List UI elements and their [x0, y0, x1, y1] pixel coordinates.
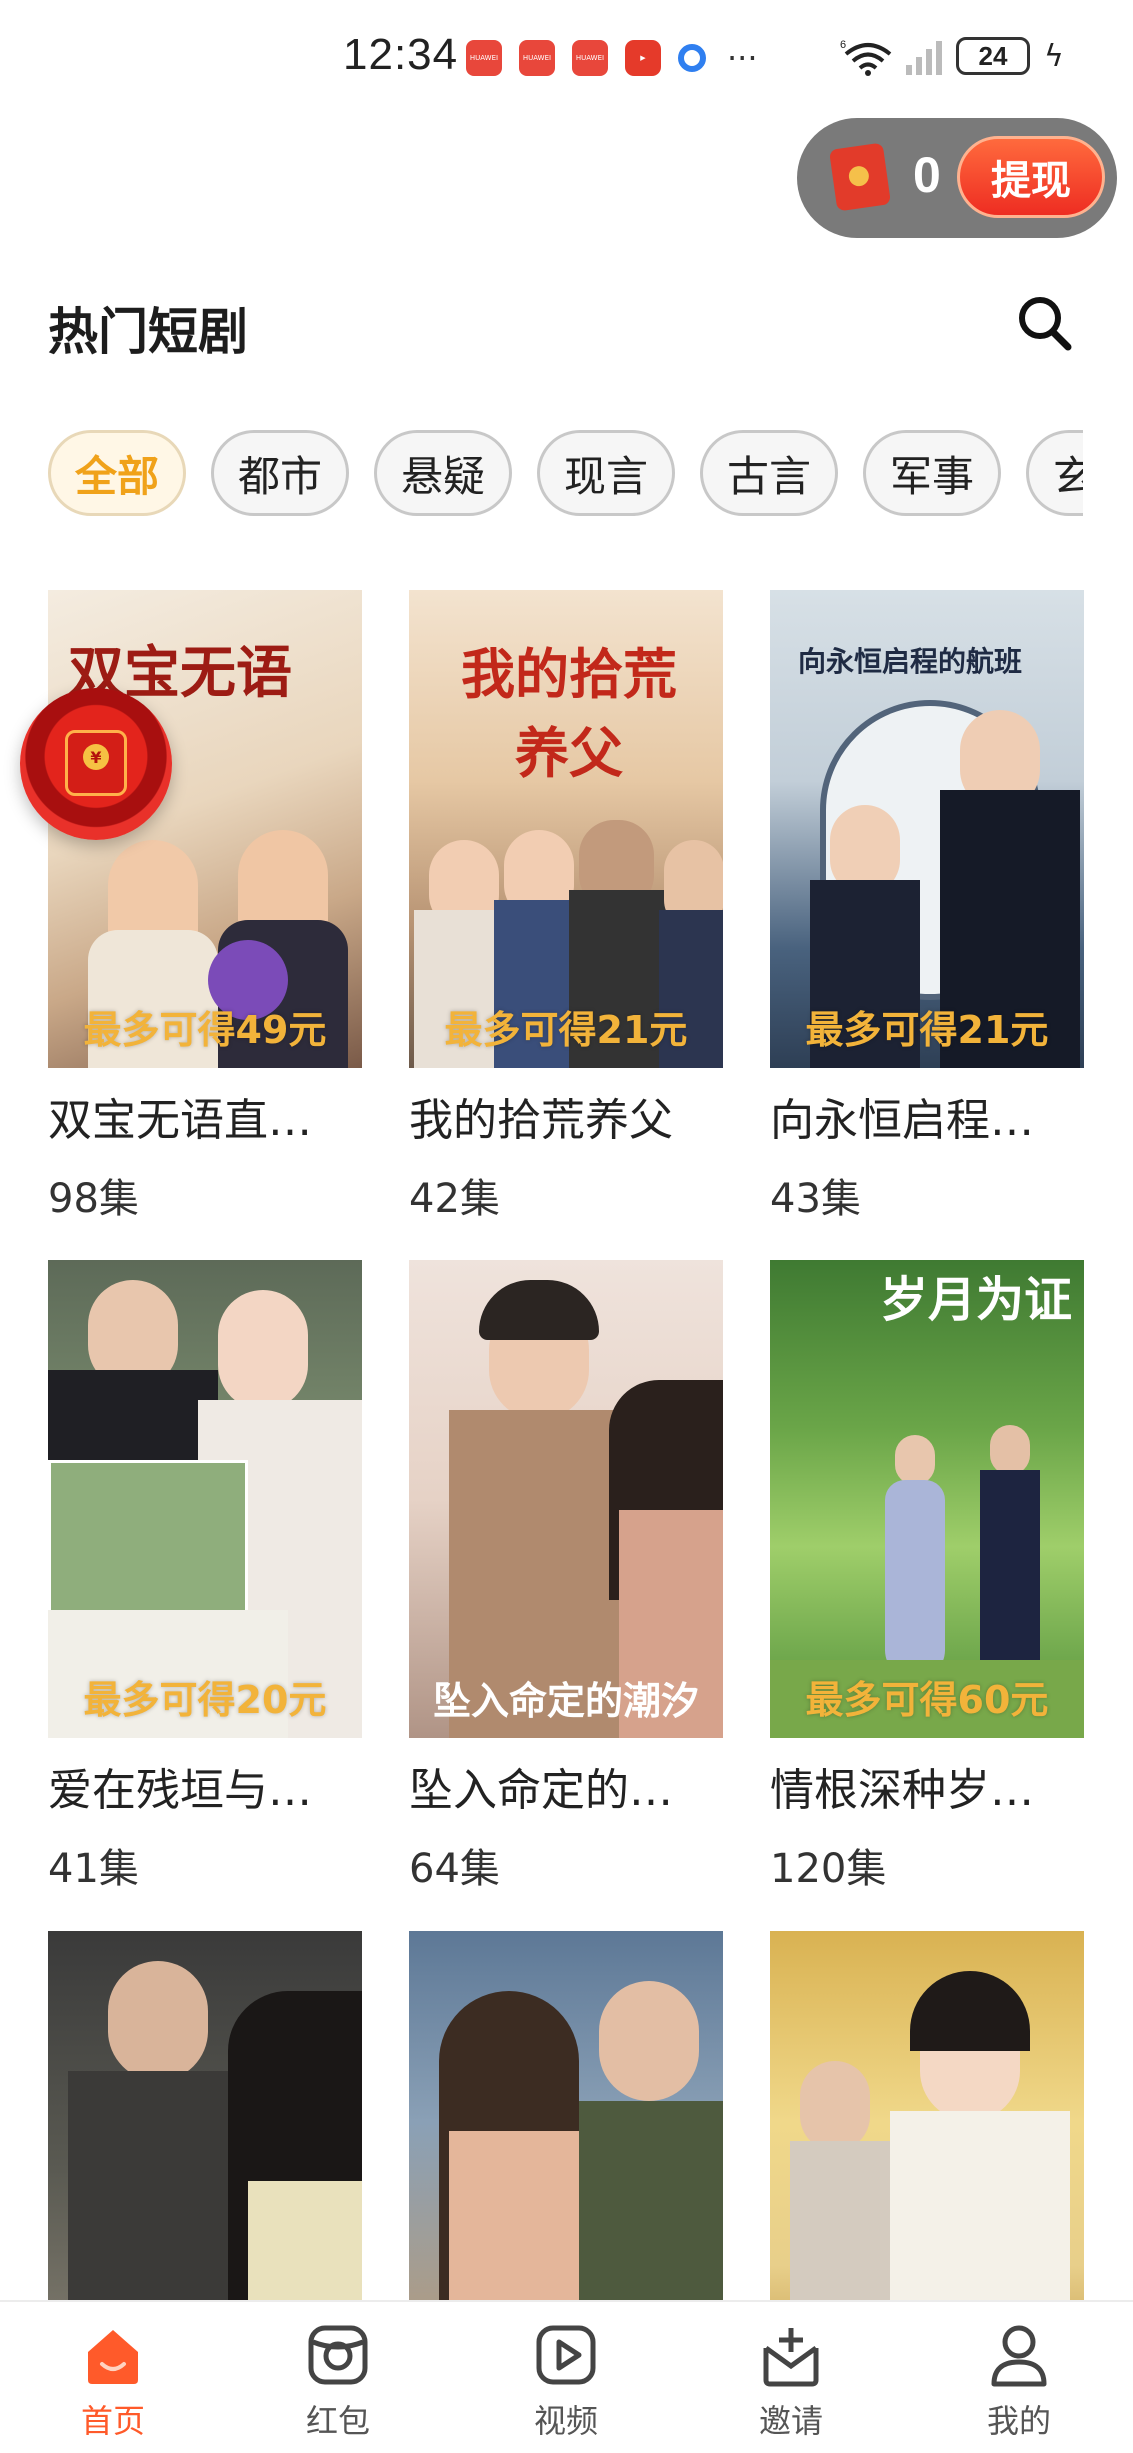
drama-poster[interactable]: 坠入命定的潮汐	[409, 1260, 723, 1738]
drama-card[interactable]: 最多可得20元 爱在残垣与… 41集	[48, 1260, 362, 1894]
nav-video[interactable]: 视频	[496, 2322, 636, 2442]
poster-title-text: 坠入命定的潮汐	[432, 1679, 699, 1723]
episode-count: 41集	[48, 1846, 139, 1892]
tab-modern-romance[interactable]: 现言	[537, 430, 675, 516]
bottom-nav: 首页 红包 视频 邀请 我的	[0, 2300, 1133, 2453]
wifi-icon: 6	[840, 39, 892, 76]
drama-poster[interactable]: 向永恒启程的航班 最多可得21元	[770, 590, 1084, 1068]
drama-card[interactable]: 我的拾荒养父 最多可得21元 我的拾荒养父 42集	[409, 590, 723, 1224]
drama-title: 情根深种岁…	[770, 1765, 1034, 1816]
nav-label: 首页	[80, 2402, 145, 2440]
video-app-icon: ▶	[625, 40, 661, 76]
floating-red-packet[interactable]: ¥	[20, 688, 172, 840]
tab-military[interactable]: 军事	[863, 430, 1001, 516]
tab-mystery[interactable]: 悬疑	[374, 430, 512, 516]
video-icon	[536, 2325, 596, 2385]
tab-fantasy[interactable]: 玄	[1026, 430, 1083, 516]
nav-label: 视频	[533, 2402, 598, 2440]
drama-card[interactable]: 向永恒启程的航班 最多可得21元 向永恒启程… 43集	[770, 590, 1084, 1224]
nav-home[interactable]: 首页	[43, 2322, 183, 2442]
status-bar: 12:34 HUAWEI HUAWEI HUAWEI ▶ ··· 6 24 ϟ	[0, 0, 1133, 120]
episode-count: 120集	[770, 1846, 887, 1892]
page-title: 热门短剧	[48, 303, 248, 361]
more-notifications-icon: ···	[727, 39, 758, 77]
signal-icon	[906, 37, 942, 75]
nav-red-packet[interactable]: 红包	[268, 2322, 408, 2442]
tab-all[interactable]: 全部	[48, 430, 186, 516]
episode-count: 64集	[409, 1846, 500, 1892]
poster-title-text: 向永恒启程的航班	[798, 645, 1023, 678]
poster-title-text: 我的拾荒养父	[461, 642, 677, 785]
yuan-coin-icon: ¥	[83, 744, 109, 770]
reward-tag: 最多可得60元	[805, 1678, 1049, 1722]
battery-icon: 24	[956, 37, 1030, 75]
reward-tag: 最多可得20元	[83, 1678, 327, 1722]
profile-icon	[991, 2325, 1047, 2387]
nav-label: 我的	[986, 2402, 1051, 2440]
reward-tag: 最多可得21元	[444, 1008, 688, 1052]
red-packet-icon	[308, 2325, 368, 2385]
red-envelope-icon	[828, 142, 892, 212]
poster-title-text: 岁月为证	[880, 1272, 1073, 1328]
drama-title: 爱在残垣与…	[48, 1765, 312, 1816]
episode-count: 98集	[48, 1176, 139, 1222]
drama-title: 双宝无语直…	[48, 1095, 312, 1146]
drama-card[interactable]: 双宝无语 最多可得49元 双宝无语直… 98集	[48, 590, 362, 1224]
drama-card[interactable]: 坠入命定的潮汐 坠入命定的… 64集	[409, 1260, 723, 1894]
home-icon	[88, 2330, 138, 2384]
episode-count: 42集	[409, 1176, 500, 1222]
svg-text:6: 6	[840, 39, 846, 51]
tab-ancient-romance[interactable]: 古言	[700, 430, 838, 516]
category-tabs: 全部 都市 悬疑 现言 古言 军事 玄	[48, 430, 1083, 522]
nav-label: 红包	[305, 2402, 370, 2440]
huawei-app-icon: HUAWEI	[519, 40, 555, 76]
huawei-app-icon: HUAWEI	[572, 40, 608, 76]
notification-icons: HUAWEI HUAWEI HUAWEI ▶ ···	[466, 40, 758, 76]
episode-count: 43集	[770, 1176, 861, 1222]
reward-balance[interactable]: 0 提现	[797, 118, 1117, 238]
battery-level: 24	[978, 40, 1008, 71]
drama-poster[interactable]: 岁月为证 最多可得60元	[770, 1260, 1084, 1738]
reward-tag: 最多可得21元	[805, 1008, 1049, 1052]
drama-title: 我的拾荒养父	[409, 1095, 673, 1146]
huawei-app-icon: HUAWEI	[466, 40, 502, 76]
invite-icon	[763, 2328, 819, 2387]
drama-title: 坠入命定的…	[409, 1765, 673, 1816]
drama-poster[interactable]: 我的拾荒养父 最多可得21元	[409, 590, 723, 1068]
tab-urban[interactable]: 都市	[211, 430, 349, 516]
search-icon[interactable]	[1010, 290, 1080, 360]
reward-count: 0	[913, 147, 941, 203]
drama-card[interactable]: 岁月为证 最多可得60元 情根深种岁… 120集	[770, 1260, 1084, 1894]
withdraw-button[interactable]: 提现	[957, 136, 1105, 218]
status-time: 12:34	[343, 30, 459, 79]
nav-label: 邀请	[758, 2402, 823, 2440]
charging-icon: ϟ	[1044, 38, 1064, 74]
nav-invite[interactable]: 邀请	[721, 2322, 861, 2442]
drama-title: 向永恒启程…	[770, 1095, 1034, 1146]
circle-app-icon	[678, 44, 706, 72]
drama-poster[interactable]: 最多可得20元	[48, 1260, 362, 1738]
nav-profile[interactable]: 我的	[949, 2322, 1089, 2442]
reward-tag: 最多可得49元	[83, 1008, 327, 1052]
